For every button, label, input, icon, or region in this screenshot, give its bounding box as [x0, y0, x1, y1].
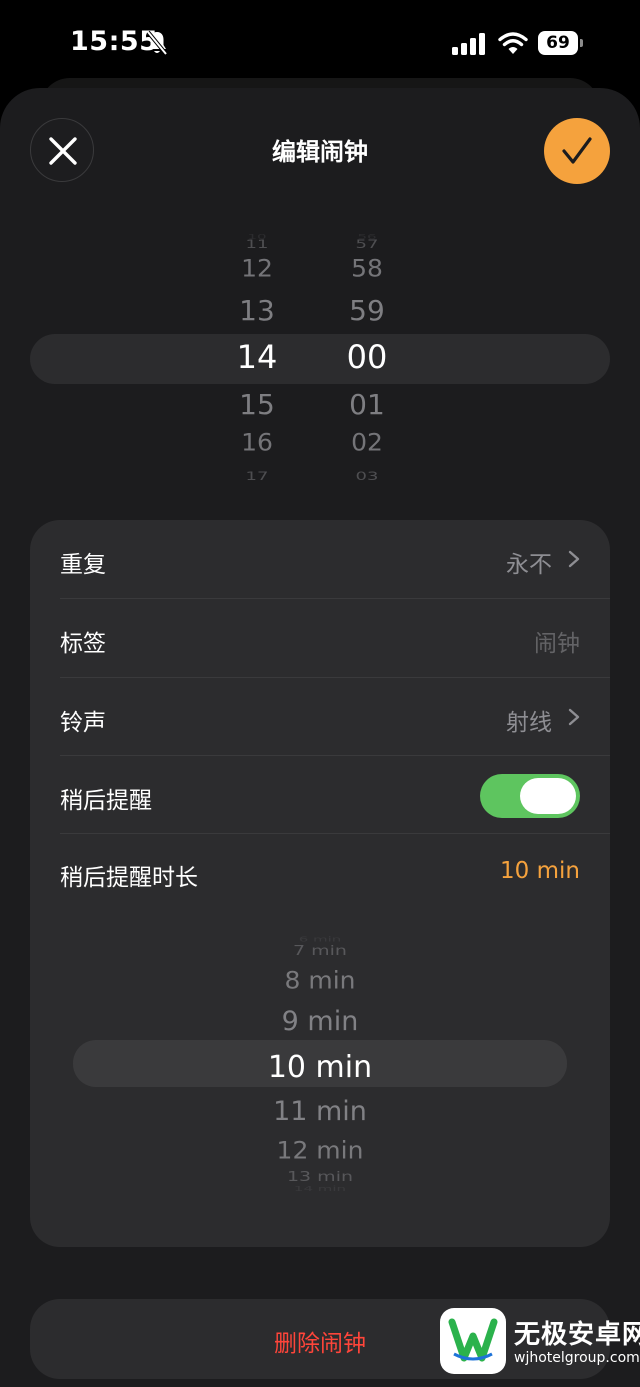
signal-icon [452, 33, 485, 55]
watermark-url: wjhotelgroup.com [514, 1350, 640, 1366]
battery-level: 69 [538, 31, 578, 55]
settings-card: 重复 永不 标签 闹钟 铃声 射线 稍后提醒 稍后提醒时长 10 min 6 m… [30, 520, 610, 1247]
chevron-right-icon [568, 708, 580, 726]
minute-item[interactable]: 58 [307, 255, 427, 283]
snooze-option[interactable]: 11 min [220, 1096, 420, 1127]
repeat-label: 重复 [60, 552, 106, 578]
hour-item[interactable]: 11 [197, 238, 317, 252]
sound-row[interactable]: 铃声 射线 [30, 678, 610, 756]
repeat-value: 永不 [506, 552, 552, 578]
snooze-duration-label: 稍后提醒时长 [60, 865, 198, 891]
chevron-right-icon [568, 550, 580, 568]
minute-item[interactable]: 04 [307, 489, 427, 490]
status-bar: 15:55 69 [0, 0, 640, 88]
sound-value: 射线 [506, 710, 552, 736]
snooze-option[interactable]: 9 min [220, 1006, 420, 1037]
snooze-toggle[interactable] [480, 774, 580, 818]
minute-item[interactable]: 03 [307, 470, 427, 484]
hour-item[interactable]: 15 [197, 388, 317, 421]
snooze-option[interactable]: 7 min [220, 943, 420, 958]
checkmark-icon [562, 137, 592, 164]
watermark-logo [440, 1308, 506, 1374]
snooze-label: 稍后提醒 [60, 788, 152, 814]
hour-item[interactable]: 12 [197, 255, 317, 283]
minute-item-selected[interactable]: 00 [307, 338, 427, 376]
snooze-option[interactable]: 6 min [220, 935, 420, 943]
sound-label: 铃声 [60, 710, 106, 736]
minute-item[interactable]: 59 [307, 294, 427, 327]
hour-item-selected[interactable]: 14 [197, 338, 317, 376]
label-input[interactable]: 闹钟 [534, 624, 580, 658]
toggle-knob [520, 778, 576, 814]
hour-item[interactable]: 18 [197, 489, 317, 490]
bell-slash-icon [146, 30, 168, 56]
wifi-icon [498, 32, 528, 54]
repeat-row[interactable]: 重复 永不 [30, 520, 610, 598]
snooze-option[interactable]: 12 min [220, 1137, 420, 1165]
minute-item[interactable]: 01 [307, 388, 427, 421]
snooze-option[interactable]: 8 min [220, 967, 420, 995]
snooze-option[interactable]: 14 min [220, 1185, 420, 1193]
snooze-option[interactable]: 13 min [220, 1169, 420, 1184]
label-label: 标签 [60, 631, 106, 657]
confirm-button[interactable] [544, 118, 610, 184]
label-row[interactable]: 标签 闹钟 [30, 599, 610, 677]
snooze-option-selected[interactable]: 10 min [220, 1050, 420, 1085]
watermark: 无极安卓网 wjhotelgroup.com [440, 1304, 640, 1382]
minute-item[interactable]: 57 [307, 238, 427, 252]
snooze-duration-value: 10 min [500, 858, 580, 884]
hour-item[interactable]: 13 [197, 294, 317, 327]
battery-icon: 69 [538, 31, 584, 55]
hour-item[interactable]: 17 [197, 470, 317, 484]
snooze-duration-row[interactable]: 稍后提醒时长 10 min [30, 834, 610, 912]
watermark-name: 无极安卓网 [514, 1320, 640, 1350]
minute-item[interactable]: 02 [307, 429, 427, 457]
hour-wheel[interactable]: 10 11 12 13 14 15 16 17 18 [197, 226, 317, 490]
minute-wheel[interactable]: 56 57 58 59 00 01 02 03 04 [307, 226, 427, 490]
hour-item[interactable]: 16 [197, 429, 317, 457]
snooze-duration-wheel[interactable]: 6 min 7 min 8 min 9 min 10 min 11 min 12… [220, 928, 420, 1194]
